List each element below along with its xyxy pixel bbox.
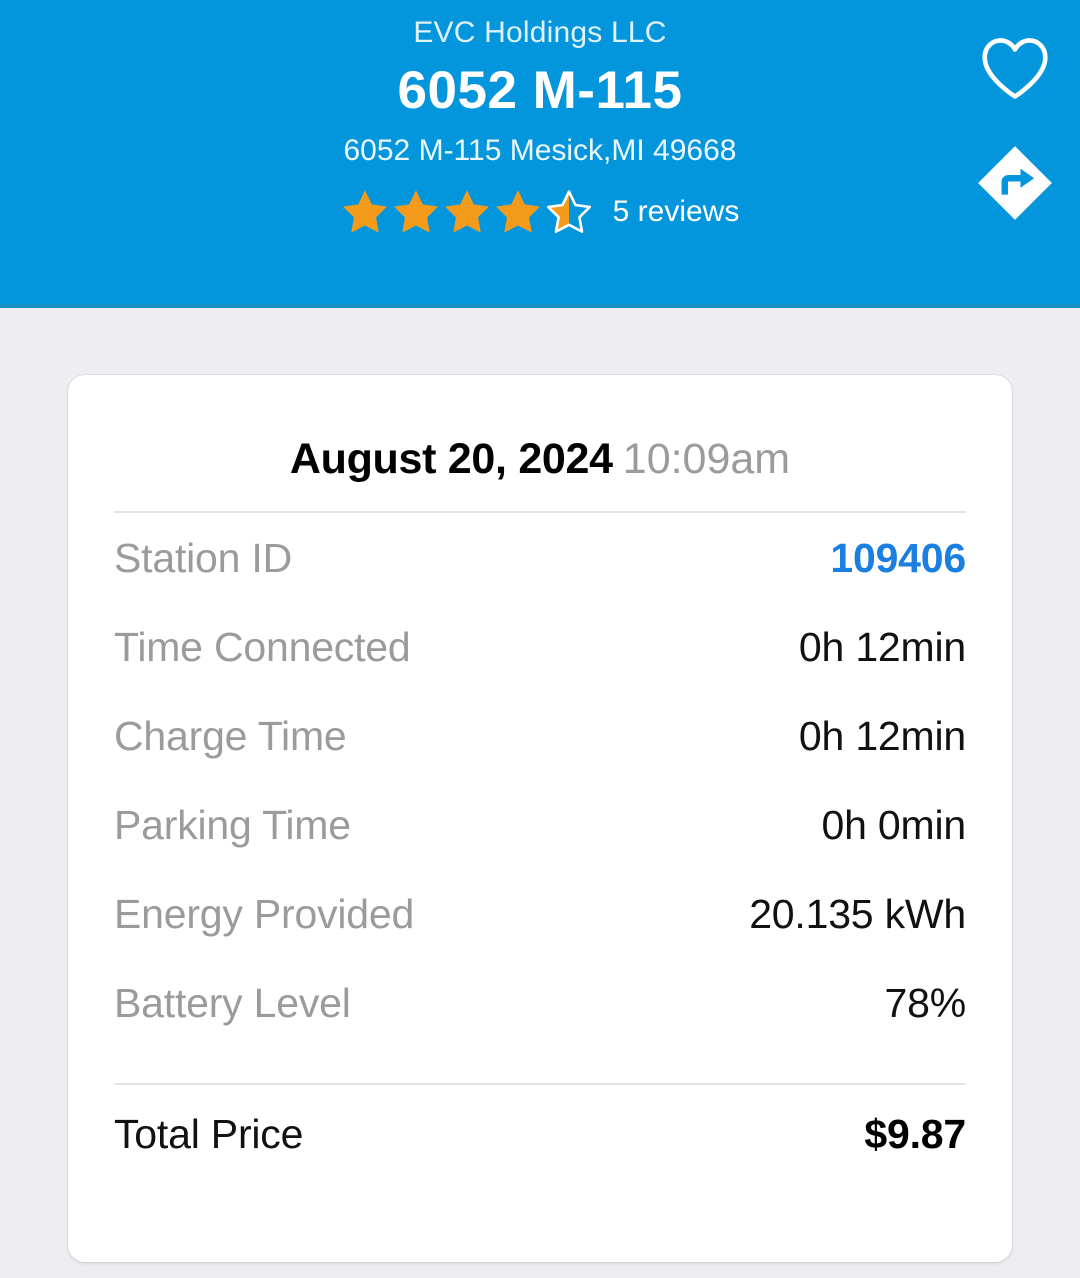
row-label-battery-level: Battery Level	[114, 980, 351, 1026]
directions-button[interactable]	[974, 140, 1056, 226]
rating-row: 5 reviews	[0, 188, 1080, 236]
table-row: Charge Time 0h 12min	[114, 713, 966, 802]
total-price-value: $9.87	[864, 1111, 966, 1157]
station-header-content: EVC Holdings LLC 6052 M-115 6052 M-115 M…	[0, 0, 1080, 236]
station-name: 6052 M-115	[397, 61, 683, 120]
table-row: Station ID 109406	[114, 535, 966, 624]
table-row: Battery Level 78%	[114, 980, 966, 1069]
row-value-time-connected: 0h 12min	[798, 624, 966, 670]
table-row: Parking Time 0h 0min	[114, 802, 966, 891]
session-datetime: August 20, 2024 10:09am	[114, 375, 966, 484]
table-row: Energy Provided 20.135 kWh	[114, 891, 966, 980]
header-divider	[114, 511, 966, 513]
heart-icon	[982, 38, 1048, 99]
directions-arrow-icon	[978, 146, 1052, 220]
star-rating[interactable]	[341, 188, 593, 236]
row-label-station-id: Station ID	[114, 535, 293, 581]
row-label-charge-time: Charge Time	[114, 713, 347, 759]
star-icon-3	[445, 190, 489, 233]
row-label-time-connected: Time Connected	[114, 624, 411, 670]
row-label-parking-time: Parking Time	[114, 802, 351, 848]
star-icon-5-half	[546, 190, 591, 233]
session-date: August 20, 2024	[289, 435, 613, 483]
session-time: 10:09am	[622, 435, 791, 483]
station-header: EVC Holdings LLC 6052 M-115 6052 M-115 M…	[0, 0, 1080, 308]
star-icon-1	[343, 190, 387, 233]
charging-session-card: August 20, 2024 10:09am Station ID 109406…	[68, 375, 1012, 1262]
row-value-station-id[interactable]: 109406	[830, 535, 966, 582]
session-detail-list: Station ID 109406 Time Connected 0h 12mi…	[114, 535, 966, 1069]
total-price-row: Total Price $9.87	[114, 1085, 966, 1181]
favorite-button[interactable]	[974, 32, 1056, 104]
row-label-energy-provided: Energy Provided	[114, 891, 415, 937]
table-row: Time Connected 0h 12min	[114, 624, 966, 713]
row-value-charge-time: 0h 12min	[798, 713, 966, 759]
reviews-count[interactable]: 5 reviews	[613, 194, 740, 230]
row-value-parking-time: 0h 0min	[821, 802, 967, 848]
station-address: 6052 M-115 Mesick,MI 49668	[343, 134, 737, 167]
page-body: August 20, 2024 10:09am Station ID 109406…	[0, 308, 1080, 1278]
star-icon-2	[394, 190, 438, 233]
star-icon-4	[496, 190, 540, 233]
row-value-energy-provided: 20.135 kWh	[749, 891, 966, 937]
row-value-battery-level: 78%	[884, 980, 967, 1026]
total-price-label: Total Price	[114, 1111, 304, 1157]
operator-name: EVC Holdings LLC	[413, 16, 667, 49]
